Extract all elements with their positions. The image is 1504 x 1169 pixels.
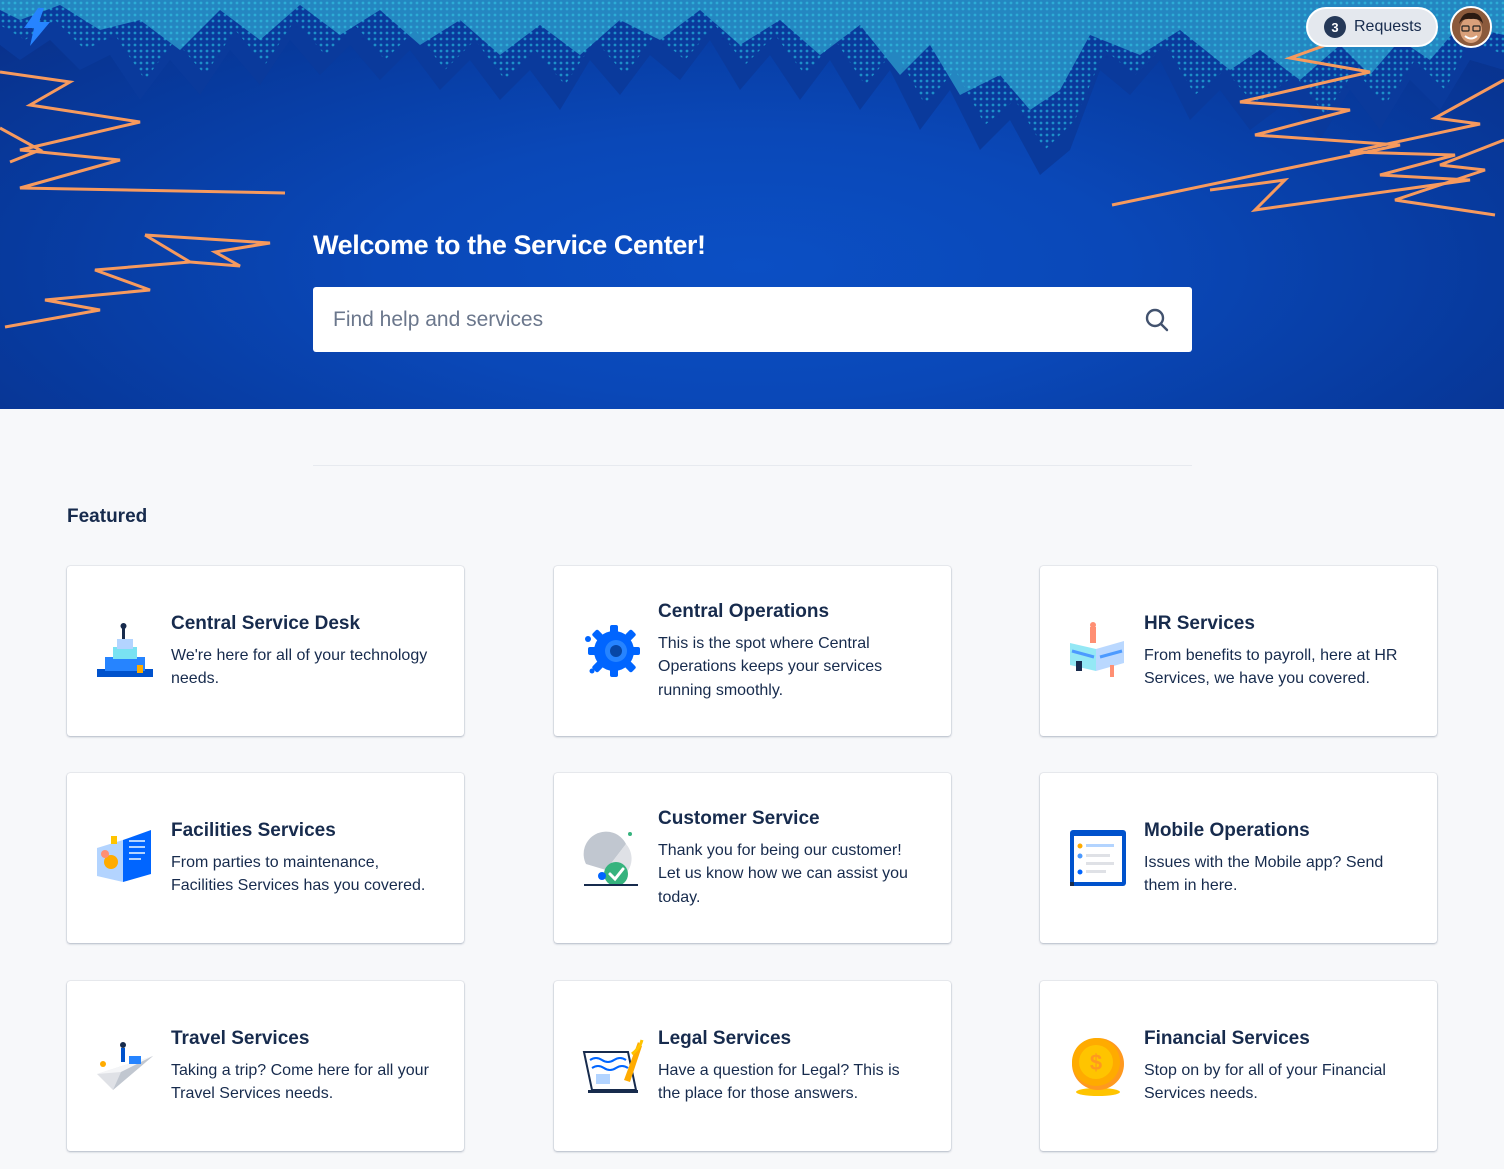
gear-icon bbox=[585, 625, 640, 677]
building-icon bbox=[97, 830, 151, 882]
paper-plane-icon bbox=[97, 1042, 153, 1090]
card-description: From parties to maintenance, Facilities … bbox=[171, 853, 426, 895]
card-title: Legal Services bbox=[658, 1027, 792, 1049]
card-description: We're here for all of your technology ne… bbox=[171, 646, 428, 688]
page-title: Welcome to the Service Center! bbox=[313, 230, 706, 260]
portal-card-central-operations[interactable]: Central Operations This is the spot wher… bbox=[554, 566, 951, 736]
card-description: Stop on by for all of your Financial Ser… bbox=[1144, 1061, 1386, 1103]
card-title: Central Service Desk bbox=[171, 612, 361, 634]
jira-service-logo-icon[interactable] bbox=[20, 8, 54, 46]
card-title: Customer Service bbox=[658, 807, 820, 829]
card-description: This is the spot where Central Operation… bbox=[658, 634, 883, 699]
card-title: Mobile Operations bbox=[1144, 819, 1310, 841]
card-title: Travel Services bbox=[171, 1027, 310, 1049]
requests-label: Requests bbox=[1354, 18, 1422, 35]
card-description: From benefits to payroll, here at HR Ser… bbox=[1144, 646, 1398, 688]
card-title: Financial Services bbox=[1144, 1027, 1310, 1049]
portal-card-hr-services[interactable]: HR Services From benefits to payroll, he… bbox=[1040, 566, 1437, 736]
hero-banner: 3 Requests Welcome to the Service Center… bbox=[0, 0, 1504, 409]
document-pen-icon bbox=[582, 1039, 644, 1093]
card-description: Thank you for being our customer! Let us… bbox=[658, 841, 908, 906]
card-description: Have a question for Legal? This is the p… bbox=[658, 1061, 900, 1103]
featured-heading: Featured bbox=[67, 506, 148, 527]
search-icon[interactable] bbox=[1144, 307, 1170, 333]
portal-card-central-service-desk[interactable]: Central Service Desk We're here for all … bbox=[67, 566, 464, 736]
coin-icon: $ bbox=[1072, 1038, 1124, 1096]
user-avatar[interactable] bbox=[1450, 6, 1492, 48]
portal-card-financial-services[interactable]: $ Financial Services Stop on by for all … bbox=[1040, 981, 1437, 1151]
card-description: Taking a trip? Come here for all your Tr… bbox=[171, 1061, 429, 1103]
user-avatar-icon bbox=[1452, 8, 1490, 46]
search-bar[interactable] bbox=[313, 286, 1192, 353]
checkmark-icon bbox=[583, 831, 638, 886]
portal-card-mobile-operations[interactable]: Mobile Operations Issues with the Mobile… bbox=[1040, 773, 1437, 943]
card-title: Central Operations bbox=[658, 600, 830, 622]
mobile-icon bbox=[1070, 830, 1126, 886]
card-title: HR Services bbox=[1144, 612, 1255, 634]
podium-icon bbox=[97, 623, 153, 677]
card-description: Issues with the Mobile app? Send them in… bbox=[1144, 853, 1384, 895]
portal-card-travel-services[interactable]: Travel Services Taking a trip? Come here… bbox=[67, 981, 464, 1151]
card-title: Facilities Services bbox=[171, 819, 336, 841]
portal-card-customer-service[interactable]: Customer Service Thank you for being our… bbox=[554, 773, 951, 943]
requests-count-badge: 3 bbox=[1324, 16, 1346, 38]
requests-button[interactable]: 3 Requests bbox=[1306, 7, 1438, 47]
people-icon bbox=[1070, 622, 1124, 677]
portal-card-legal-services[interactable]: Legal Services Have a question for Legal… bbox=[554, 981, 951, 1151]
portal-card-facilities-services[interactable]: Facilities Services From parties to main… bbox=[67, 773, 464, 943]
section-divider bbox=[313, 465, 1192, 466]
search-input[interactable] bbox=[313, 286, 1144, 353]
svg-text:$: $ bbox=[1090, 1050, 1102, 1075]
